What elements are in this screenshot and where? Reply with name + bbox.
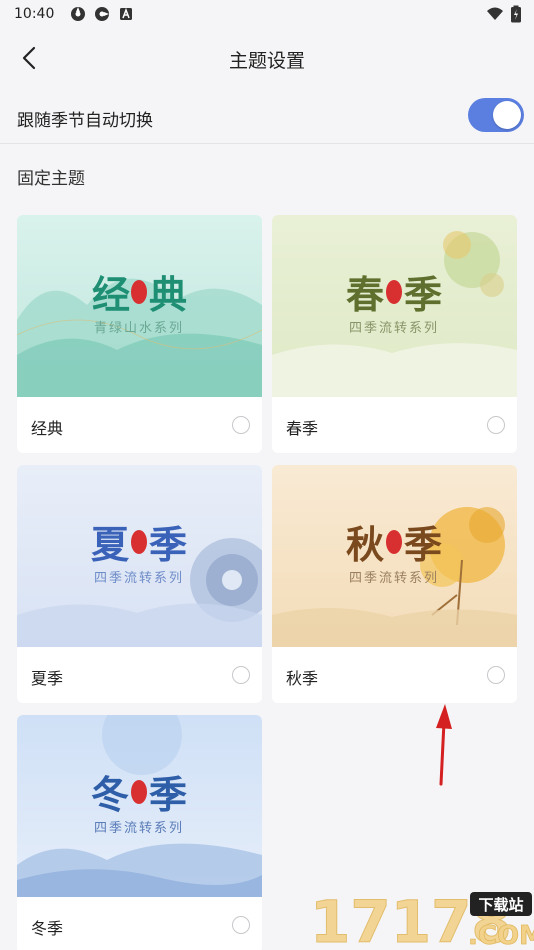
theme-thumbnail-autumn: 秋 季 四季流转系列 [272, 465, 517, 647]
theme-subtitle: 四季流转系列 [349, 571, 439, 586]
theme-subtitle: 四季流转系列 [349, 321, 439, 336]
theme-name: 冬季 [31, 919, 64, 938]
wifi-icon [487, 7, 503, 20]
status-bar: 10:40 [0, 0, 534, 28]
theme-subtitle: 四季流转系列 [94, 821, 184, 836]
theme-radio[interactable] [487, 666, 505, 684]
theme-card-autumn[interactable]: 秋 季 四季流转系列 秋季 [272, 465, 517, 703]
theme-title-char: 经 [92, 272, 130, 317]
red-seal [131, 530, 147, 554]
theme-title-char: 秋 [346, 522, 384, 567]
theme-radio[interactable] [487, 416, 505, 434]
fixed-theme-label: 固定主题 [17, 169, 85, 189]
watermark-logo: 17178 下载站 .COM [310, 888, 534, 950]
auto-switch-toggle[interactable] [468, 98, 524, 132]
auto-switch-label: 跟随季节自动切换 [17, 111, 153, 131]
app-notification-icon [95, 7, 110, 21]
a-badge-icon [120, 7, 133, 20]
theme-title-char: 春 [346, 272, 384, 317]
status-time: 10:40 [14, 6, 55, 22]
header: 主题设置 [0, 30, 534, 86]
battery-icon [511, 5, 521, 23]
theme-card-classic[interactable]: 经 典 青绿山水系列 经典 [17, 215, 262, 453]
red-seal [386, 280, 402, 304]
theme-title-char: 典 [149, 272, 187, 317]
red-seal [131, 780, 147, 804]
theme-card-spring[interactable]: 春 季 四季流转系列 春季 [272, 215, 517, 453]
theme-name: 秋季 [286, 669, 319, 688]
watermark-domain: .COM [468, 921, 534, 950]
theme-title-char: 夏 [91, 522, 130, 567]
theme-name: 春季 [286, 419, 319, 438]
theme-name: 经典 [31, 419, 64, 438]
theme-name: 夏季 [31, 669, 64, 688]
theme-title-char: 季 [149, 772, 187, 817]
app-notification-icon [71, 7, 86, 21]
auto-switch-row: 跟随季节自动切换 [0, 90, 534, 144]
theme-card-summer[interactable]: 夏 季 四季流转系列 夏季 [17, 465, 262, 703]
theme-title-char: 季 [404, 272, 442, 317]
theme-radio[interactable] [232, 666, 250, 684]
theme-title-char: 冬 [91, 772, 129, 817]
theme-subtitle: 四季流转系列 [94, 571, 184, 586]
theme-subtitle: 青绿山水系列 [94, 321, 184, 336]
theme-radio[interactable] [232, 916, 250, 934]
theme-thumbnail-winter: 冬 季 四季流转系列 [17, 715, 262, 897]
toggle-knob [493, 101, 521, 129]
theme-title-char: 季 [149, 522, 187, 567]
watermark-badge: 下载站 [478, 896, 523, 914]
theme-thumbnail-summer: 夏 季 四季流转系列 [17, 465, 262, 647]
theme-card-winter[interactable]: 冬 季 四季流转系列 冬季 [17, 715, 262, 950]
page-title: 主题设置 [228, 50, 305, 72]
theme-radio[interactable] [232, 416, 250, 434]
theme-thumbnail-spring: 春 季 四季流转系列 [272, 215, 517, 397]
theme-title-char: 季 [404, 522, 442, 567]
annotation-arrow-icon [436, 704, 452, 786]
red-seal [386, 530, 402, 554]
red-seal [131, 280, 147, 304]
theme-thumbnail-classic: 经 典 青绿山水系列 [17, 215, 262, 397]
